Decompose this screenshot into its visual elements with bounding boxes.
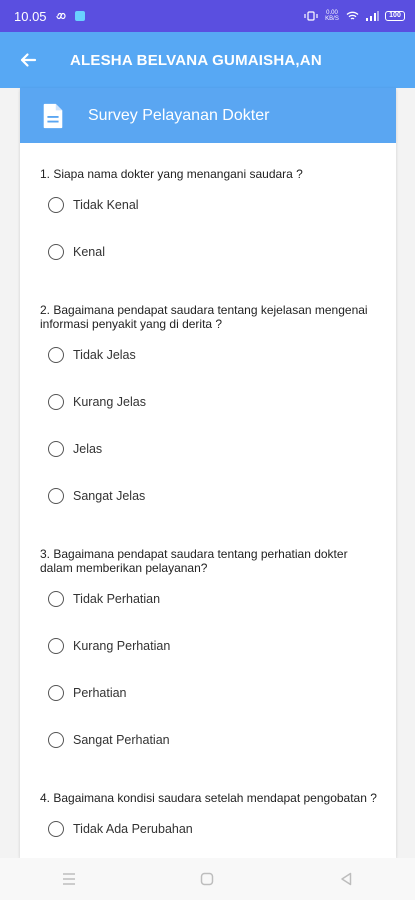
option-kenal[interactable]: Kenal bbox=[40, 228, 396, 275]
recent-apps-button[interactable] bbox=[49, 864, 89, 894]
radio-button[interactable] bbox=[48, 731, 64, 748]
radio-button[interactable] bbox=[48, 487, 64, 504]
battery-icon: 100 bbox=[385, 11, 405, 21]
status-bar: 10.05 0.00 KB/S 100 bbox=[0, 0, 415, 32]
option-label: Tidak Jelas bbox=[73, 347, 136, 362]
option-tidak-ada-perubahan[interactable]: Tidak Ada Perubahan bbox=[40, 805, 396, 852]
option-label: Sangat Jelas bbox=[73, 488, 146, 503]
back-nav-button[interactable] bbox=[326, 864, 366, 894]
arrow-left-icon bbox=[20, 53, 37, 67]
survey-header: Survey Pelayanan Dokter bbox=[20, 88, 396, 143]
question-list: 1. Siapa nama dokter yang menangani saud… bbox=[20, 143, 396, 852]
back-button[interactable] bbox=[0, 32, 56, 88]
option-label: Kurang Jelas bbox=[73, 394, 146, 409]
radio-button[interactable] bbox=[48, 590, 64, 607]
app-title: ALESHA BELVANA GUMAISHA,AN bbox=[70, 51, 322, 69]
home-icon bbox=[201, 872, 214, 886]
radio-button[interactable] bbox=[48, 243, 64, 260]
survey-card: Survey Pelayanan Dokter 1. Siapa nama do… bbox=[20, 88, 396, 858]
survey-title: Survey Pelayanan Dokter bbox=[88, 106, 270, 124]
question-text: 1. Siapa nama dokter yang menangani saud… bbox=[40, 167, 303, 181]
option-label: Perhatian bbox=[73, 685, 127, 700]
option-sangat-jelas[interactable]: Sangat Jelas bbox=[40, 472, 396, 519]
radio-button[interactable] bbox=[48, 684, 64, 701]
infinity-icon bbox=[55, 12, 66, 20]
status-time: 10.05 bbox=[14, 8, 47, 24]
radio-button[interactable] bbox=[48, 393, 64, 410]
system-nav-bar bbox=[0, 858, 415, 900]
network-speed: 0.00 KB/S bbox=[325, 10, 339, 22]
option-label: Sangat Perhatian bbox=[73, 732, 170, 747]
option-label: Jelas bbox=[73, 441, 103, 456]
question-1: 1. Siapa nama dokter yang menangani saud… bbox=[40, 167, 396, 275]
option-jelas[interactable]: Jelas bbox=[40, 425, 396, 472]
option-tidak-jelas[interactable]: Tidak Jelas bbox=[40, 331, 396, 378]
document-icon bbox=[43, 103, 63, 128]
vibrate-icon bbox=[304, 11, 318, 21]
option-label: Tidak Perhatian bbox=[73, 591, 161, 606]
option-kurang-jelas[interactable]: Kurang Jelas bbox=[40, 378, 396, 425]
radio-button[interactable] bbox=[48, 820, 64, 837]
question-2: 2. Bagaimana pendapat saudara tentang ke… bbox=[40, 303, 396, 519]
option-kurang-perhatian[interactable]: Kurang Perhatian bbox=[40, 622, 396, 669]
option-tidak-perhatian[interactable]: Tidak Perhatian bbox=[40, 575, 396, 622]
radio-button[interactable] bbox=[48, 440, 64, 457]
menu-icon bbox=[63, 873, 76, 885]
home-button[interactable] bbox=[187, 864, 227, 894]
option-perhatian[interactable]: Perhatian bbox=[40, 669, 396, 716]
question-4: 4. Bagaimana kondisi saudara setelah men… bbox=[40, 791, 396, 852]
question-text: 3. Bagaimana pendapat saudara tentang pe… bbox=[40, 547, 348, 575]
wifi-icon bbox=[346, 11, 359, 20]
option-sangat-perhatian[interactable]: Sangat Perhatian bbox=[40, 716, 396, 763]
option-label: Tidak Ada Perubahan bbox=[73, 821, 193, 836]
triangle-back-icon bbox=[341, 872, 352, 886]
option-label: Kurang Perhatian bbox=[73, 638, 171, 653]
radio-button[interactable] bbox=[48, 196, 64, 213]
radio-button[interactable] bbox=[48, 346, 64, 363]
question-text: 2. Bagaimana pendapat saudara tentang ke… bbox=[40, 303, 368, 331]
message-icon bbox=[74, 11, 85, 21]
option-label: Tidak Kenal bbox=[73, 197, 139, 212]
option-tidak-kenal[interactable]: Tidak Kenal bbox=[40, 181, 396, 228]
question-text: 4. Bagaimana kondisi saudara setelah men… bbox=[40, 791, 377, 805]
question-3: 3. Bagaimana pendapat saudara tentang pe… bbox=[40, 547, 396, 763]
option-label: Kenal bbox=[73, 244, 105, 259]
app-bar: ALESHA BELVANA GUMAISHA,AN bbox=[0, 32, 415, 88]
radio-button[interactable] bbox=[48, 637, 64, 654]
signal-icon bbox=[366, 11, 379, 21]
